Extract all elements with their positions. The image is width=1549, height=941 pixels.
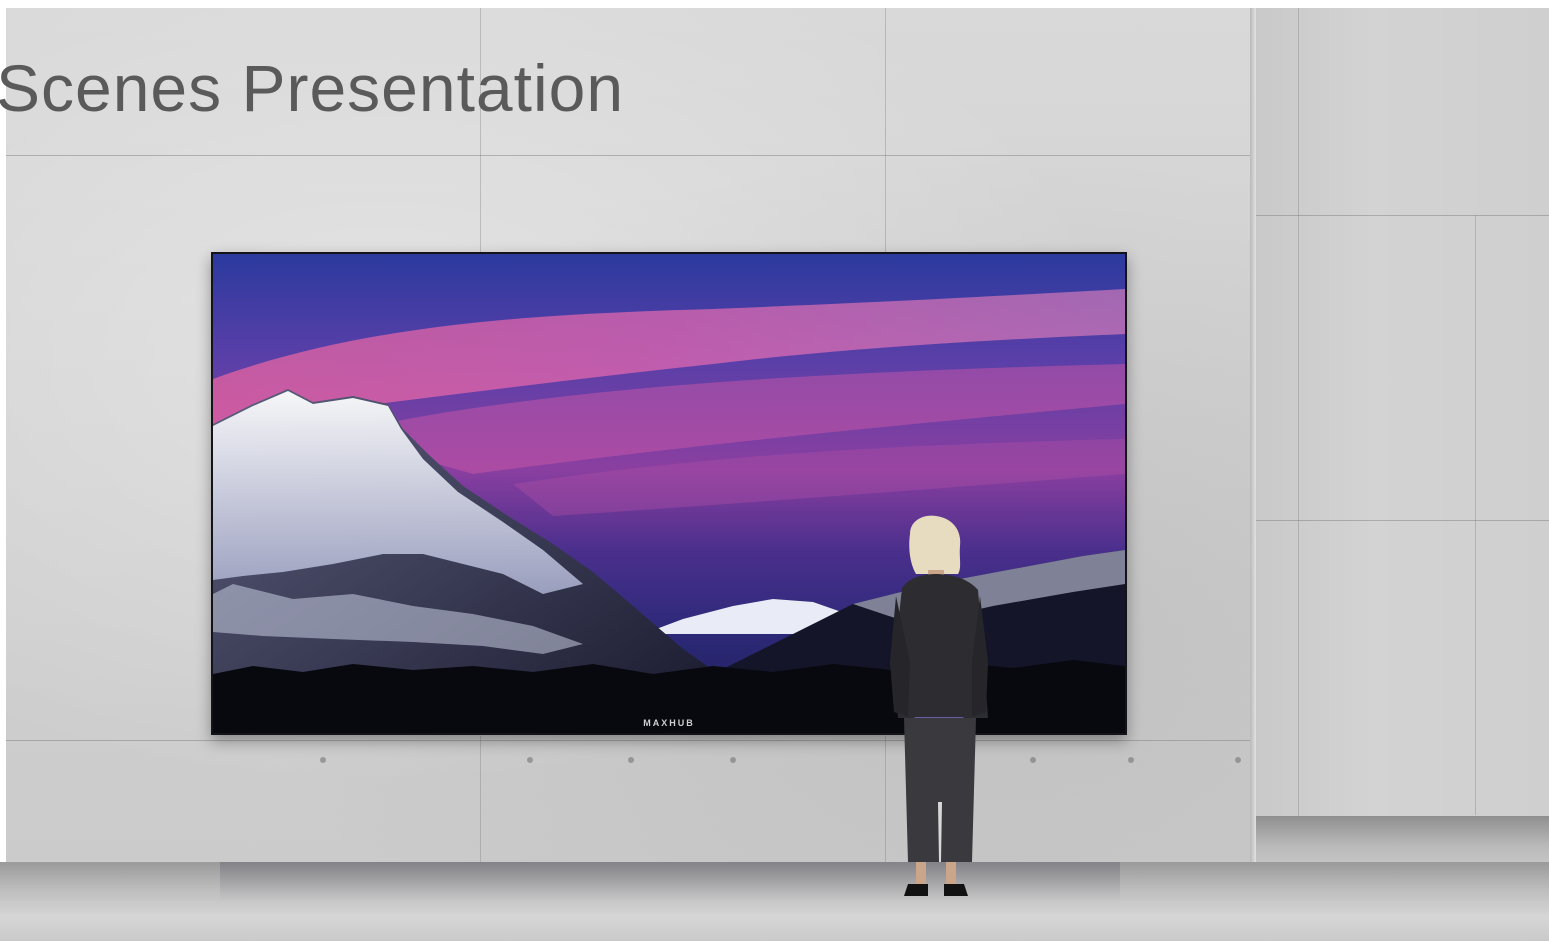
wall-tie-hole bbox=[1235, 757, 1241, 763]
wall-tie-hole bbox=[628, 757, 634, 763]
wall-corner bbox=[1250, 8, 1256, 866]
wall-seam bbox=[1256, 215, 1549, 216]
page-title: Scenes Presentation bbox=[0, 51, 625, 125]
wall-seam bbox=[1256, 520, 1549, 521]
scene: Scenes Presentation MAXHUB bbox=[0, 0, 1549, 941]
wall-seam bbox=[6, 740, 1250, 741]
wall-seam bbox=[6, 155, 1250, 156]
wall-seam bbox=[1475, 215, 1476, 815]
wall-seam bbox=[885, 8, 886, 253]
wall-tie-hole bbox=[730, 757, 736, 763]
wall-tie-hole bbox=[1128, 757, 1134, 763]
wall-tie-hole bbox=[527, 757, 533, 763]
wall-tie-hole bbox=[1030, 757, 1036, 763]
wall-seam bbox=[480, 736, 481, 864]
wall-seam bbox=[1298, 8, 1299, 818]
wall-tie-hole bbox=[320, 757, 326, 763]
side-floor bbox=[1256, 816, 1549, 866]
woman-figure bbox=[890, 515, 988, 896]
wall-seam bbox=[480, 8, 481, 253]
